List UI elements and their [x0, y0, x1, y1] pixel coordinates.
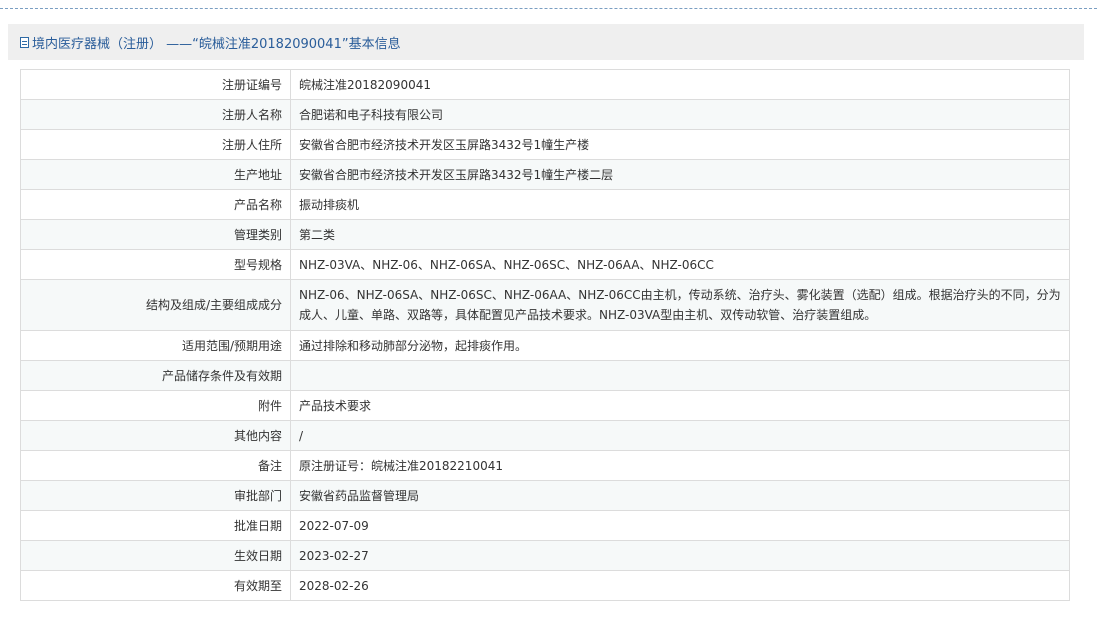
- row-label: 生效日期: [20, 540, 291, 571]
- info-panel: 境内医疗器械（注册） ——“皖械注准20182090041”基本信息 注册证编号…: [8, 24, 1084, 640]
- row-value: NHZ-06、NHZ-06SA、NHZ-06SC、NHZ-06AA、NHZ-06…: [290, 279, 1070, 331]
- table-row: 附件 产品技术要求: [20, 390, 1070, 421]
- row-value: 合肥诺和电子科技有限公司: [290, 99, 1070, 130]
- row-label: 附件: [20, 390, 291, 421]
- panel-title: 境内医疗器械（注册） ——“皖械注准20182090041”基本信息: [32, 36, 401, 52]
- row-label: 适用范围/预期用途: [20, 330, 291, 361]
- row-label: 批准日期: [20, 510, 291, 541]
- row-value: 2023-02-27: [290, 540, 1070, 571]
- table-row: 产品名称 振动排痰机: [20, 189, 1070, 220]
- table-row: 生产地址 安徽省合肥市经济技术开发区玉屏路3432号1幢生产楼二层: [20, 159, 1070, 190]
- table-row: 注册证编号 皖械注准20182090041: [20, 69, 1070, 100]
- panel-header: 境内医疗器械（注册） ——“皖械注准20182090041”基本信息: [8, 24, 1084, 60]
- row-value: /: [290, 420, 1070, 451]
- row-label: 备注: [20, 450, 291, 481]
- table-row: 审批部门 安徽省药品监督管理局: [20, 480, 1070, 511]
- row-label: 有效期至: [20, 570, 291, 601]
- table-row: 注册人名称 合肥诺和电子科技有限公司: [20, 99, 1070, 130]
- row-label: 产品储存条件及有效期: [20, 360, 291, 391]
- row-value: NHZ-03VA、NHZ-06、NHZ-06SA、NHZ-06SC、NHZ-06…: [290, 249, 1070, 280]
- row-label: 注册证编号: [20, 69, 291, 100]
- row-value: 2022-07-09: [290, 510, 1070, 541]
- table-row: 型号规格 NHZ-03VA、NHZ-06、NHZ-06SA、NHZ-06SC、N…: [20, 249, 1070, 280]
- row-value: 2028-02-26: [290, 570, 1070, 601]
- row-label: 管理类别: [20, 219, 291, 250]
- row-value: 振动排痰机: [290, 189, 1070, 220]
- table-row: 注册人住所 安徽省合肥市经济技术开发区玉屏路3432号1幢生产楼: [20, 129, 1070, 160]
- row-value: 安徽省合肥市经济技术开发区玉屏路3432号1幢生产楼二层: [290, 159, 1070, 190]
- table-row: 结构及组成/主要组成成分 NHZ-06、NHZ-06SA、NHZ-06SC、NH…: [20, 279, 1070, 331]
- row-value: 皖械注准20182090041: [290, 69, 1070, 100]
- table-row: 批准日期 2022-07-09: [20, 510, 1070, 541]
- registration-info-table: 注册证编号 皖械注准20182090041 注册人名称 合肥诺和电子科技有限公司…: [20, 69, 1070, 601]
- document-icon: [20, 36, 29, 48]
- row-value: [290, 360, 1070, 391]
- row-label: 结构及组成/主要组成成分: [20, 279, 291, 331]
- row-value: 通过排除和移动肺部分泌物，起排痰作用。: [290, 330, 1070, 361]
- table-row: 其他内容 /: [20, 420, 1070, 451]
- table-row: 生效日期 2023-02-27: [20, 540, 1070, 571]
- row-label: 产品名称: [20, 189, 291, 220]
- row-value: 安徽省药品监督管理局: [290, 480, 1070, 511]
- table-row: 有效期至 2028-02-26: [20, 570, 1070, 601]
- row-label: 审批部门: [20, 480, 291, 511]
- row-value: 原注册证号：皖械注准20182210041: [290, 450, 1070, 481]
- row-label: 注册人名称: [20, 99, 291, 130]
- row-label: 其他内容: [20, 420, 291, 451]
- table-row: 产品储存条件及有效期: [20, 360, 1070, 391]
- table-row: 备注 原注册证号：皖械注准20182210041: [20, 450, 1070, 481]
- table-row: 适用范围/预期用途 通过排除和移动肺部分泌物，起排痰作用。: [20, 330, 1070, 361]
- row-label: 型号规格: [20, 249, 291, 280]
- panel-body: 注册证编号 皖械注准20182090041 注册人名称 合肥诺和电子科技有限公司…: [8, 60, 1084, 640]
- top-divider: [0, 8, 1097, 9]
- table-row: 管理类别 第二类: [20, 219, 1070, 250]
- row-label: 注册人住所: [20, 129, 291, 160]
- row-label: 生产地址: [20, 159, 291, 190]
- row-value: 安徽省合肥市经济技术开发区玉屏路3432号1幢生产楼: [290, 129, 1070, 160]
- row-value: 第二类: [290, 219, 1070, 250]
- row-value: 产品技术要求: [290, 390, 1070, 421]
